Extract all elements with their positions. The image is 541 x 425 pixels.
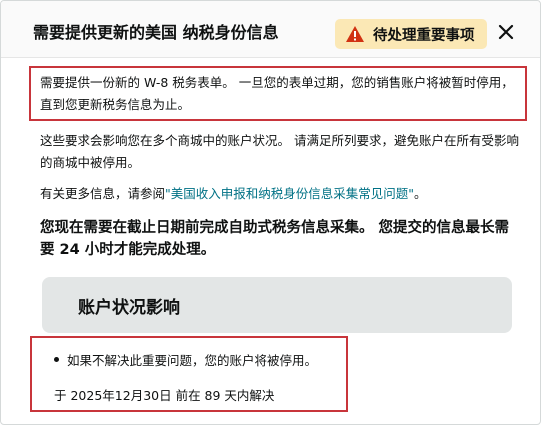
- account-impact-title: 账户状况影响: [78, 298, 180, 318]
- action-required-text: 您现在需要在截止日期前完成自助式税务信息采集。 您提交的信息最长需要 24 小时…: [40, 220, 510, 258]
- faq-link[interactable]: "美国收入申报和纳税身份信息采集常见问题": [165, 186, 414, 201]
- form-expiry-notice: 需要提供一份新的 W-8 税务表单。 一旦您的表单过期，您的销售账户将被暂时停用…: [40, 75, 514, 112]
- modal-title: 需要提供更新的美国 纳税身份信息: [33, 23, 279, 42]
- bullet-dot: [54, 357, 59, 362]
- impact-scope-text: 这些要求会影响您在多个商城中的账户状况。 请满足所列要求，避免账户在所有受影响的…: [40, 133, 519, 170]
- modal-header: 需要提供更新的美国 纳税身份信息 待处理重要事项: [1, 1, 540, 58]
- more-info-text: 有关更多信息，请参阅"美国收入申报和纳税身份信息采集常见问题"。: [40, 183, 520, 205]
- close-button[interactable]: [495, 21, 517, 43]
- more-info-suffix: 。: [414, 186, 427, 201]
- more-info-prefix: 有关更多信息，请参阅: [40, 186, 166, 201]
- priority-badge-label: 待处理重要事项: [373, 27, 475, 44]
- resolution-deadline: 于 2025年12月30日 前在 89 天内解决: [54, 388, 275, 403]
- impact-bullet-text: 如果不解决此重要问题，您的账户将被停用。: [67, 353, 318, 368]
- warning-icon: [346, 26, 364, 42]
- tax-info-modal: 需要提供更新的美国 纳税身份信息 待处理重要事项 需要提供一份新的 W-8 税务…: [0, 0, 541, 425]
- impact-bullet: 如果不解决此重要问题，您的账户将被停用。: [54, 350, 317, 369]
- account-impact-section: 账户状况影响: [42, 277, 512, 333]
- close-icon: [498, 24, 514, 40]
- priority-badge: 待处理重要事项: [335, 19, 487, 49]
